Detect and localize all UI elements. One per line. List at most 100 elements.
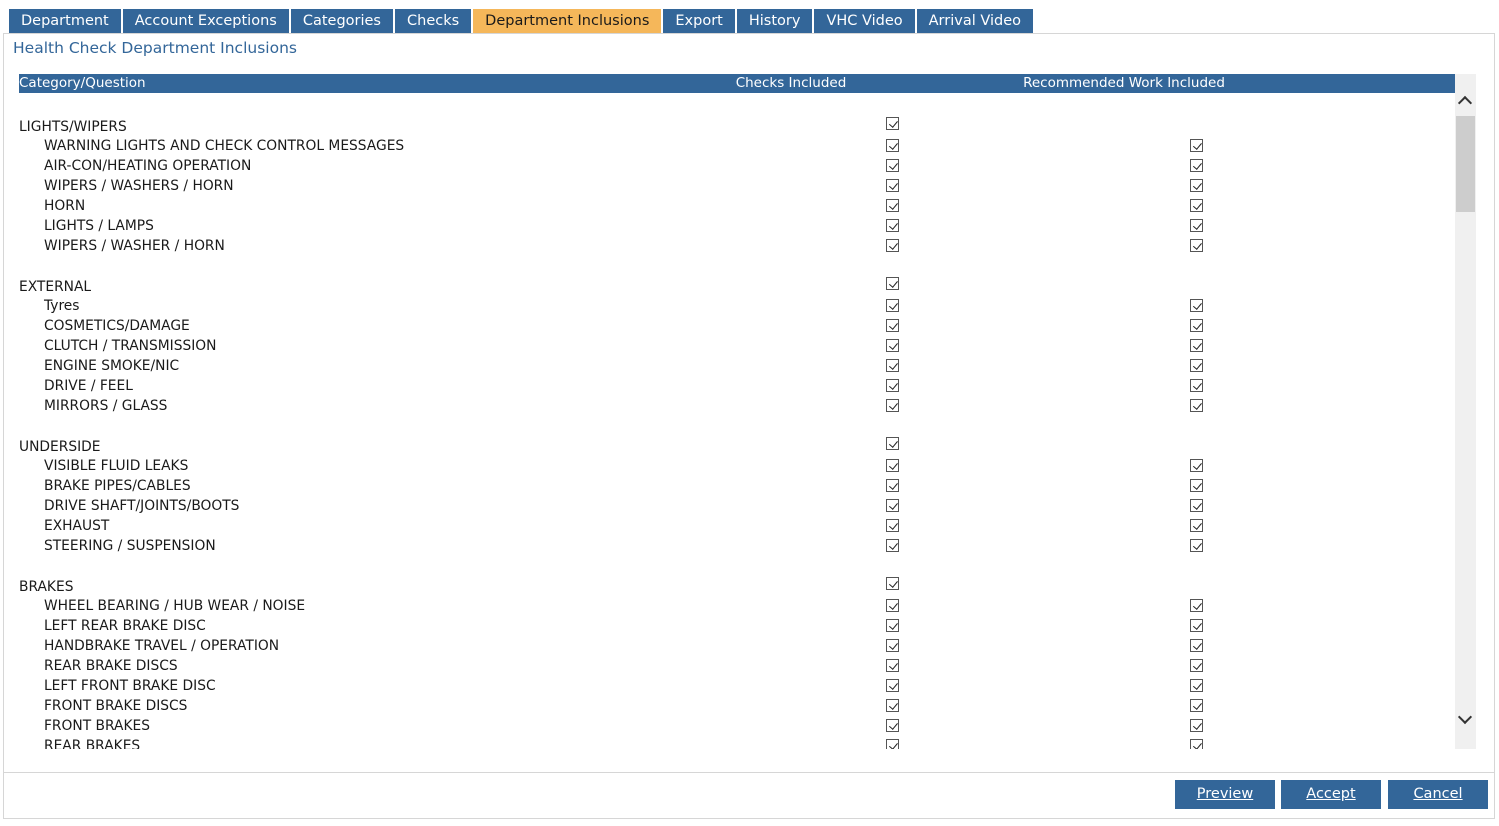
checks-included-checkbox[interactable] <box>886 639 899 652</box>
checks-included-checkbox[interactable] <box>886 299 899 312</box>
tab-categories[interactable]: Categories <box>290 9 393 33</box>
checks-included-checkbox[interactable] <box>886 219 899 232</box>
checks-included-checkbox[interactable] <box>886 339 899 352</box>
tab-checks[interactable]: Checks <box>395 9 472 33</box>
question-label: STEERING / SUSPENSION <box>44 538 216 554</box>
recommended-work-checkbox[interactable] <box>1190 459 1203 472</box>
question-label: MIRRORS / GLASS <box>44 398 168 414</box>
scroll-thumb[interactable] <box>1456 116 1475 212</box>
tab-vhc-video[interactable]: VHC Video <box>814 9 915 33</box>
question-row: DRIVE / FEEL <box>19 376 1455 396</box>
question-row: Tyres <box>19 296 1455 316</box>
recommended-work-checkbox[interactable] <box>1190 239 1203 252</box>
checks-included-checkbox[interactable] <box>886 239 899 252</box>
checks-included-checkbox[interactable] <box>886 379 899 392</box>
checks-included-checkbox[interactable] <box>886 577 899 590</box>
recommended-work-checkbox[interactable] <box>1190 539 1203 552</box>
recommended-work-checkbox[interactable] <box>1190 619 1203 632</box>
question-label: COSMETICS/DAMAGE <box>44 318 190 334</box>
inclusions-table: Category/Question Checks Included Recomm… <box>19 74 1476 749</box>
tab-department-inclusions[interactable]: Department Inclusions <box>473 9 662 33</box>
checks-included-checkbox[interactable] <box>886 179 899 192</box>
recommended-work-checkbox[interactable] <box>1190 199 1203 212</box>
question-label: LEFT REAR BRAKE DISC <box>44 618 206 634</box>
category-row: LIGHTS/WIPERS <box>19 117 1455 136</box>
question-label: WARNING LIGHTS AND CHECK CONTROL MESSAGE… <box>44 138 405 154</box>
checks-included-checkbox[interactable] <box>886 159 899 172</box>
recommended-work-checkbox[interactable] <box>1190 479 1203 492</box>
recommended-work-checkbox[interactable] <box>1190 599 1203 612</box>
header-checks-included: Checks Included <box>735 75 847 91</box>
question-label: BRAKE PIPES/CABLES <box>44 478 191 494</box>
tab-account-exceptions[interactable]: Account Exceptions <box>122 9 289 33</box>
checks-included-checkbox[interactable] <box>886 739 899 749</box>
checks-included-checkbox[interactable] <box>886 519 899 532</box>
recommended-work-checkbox[interactable] <box>1190 139 1203 152</box>
question-label: HANDBRAKE TRAVEL / OPERATION <box>44 638 280 654</box>
recommended-work-checkbox[interactable] <box>1190 219 1203 232</box>
category-group: EXTERNAL Tyres COSMETICS/DAMAGE CLUTCH / TR… <box>19 277 1455 416</box>
recommended-work-checkbox[interactable] <box>1190 719 1203 732</box>
header-recommended-work-included: Recommended Work Included <box>1023 75 1225 91</box>
recommended-work-checkbox[interactable] <box>1190 639 1203 652</box>
preview-button[interactable]: Preview <box>1175 780 1275 809</box>
checks-included-checkbox[interactable] <box>886 539 899 552</box>
question-row: BRAKE PIPES/CABLES <box>19 476 1455 496</box>
recommended-work-checkbox[interactable] <box>1190 159 1203 172</box>
chevron-up-icon[interactable] <box>1455 88 1476 112</box>
question-label: REAR BRAKE DISCS <box>44 658 178 674</box>
checks-included-checkbox[interactable] <box>886 319 899 332</box>
checks-included-checkbox[interactable] <box>886 699 899 712</box>
tab-arrival-video[interactable]: Arrival Video <box>916 9 1033 33</box>
checks-included-checkbox[interactable] <box>886 199 899 212</box>
checks-included-checkbox[interactable] <box>886 277 899 290</box>
recommended-work-checkbox[interactable] <box>1190 359 1203 372</box>
recommended-work-checkbox[interactable] <box>1190 179 1203 192</box>
category-group: UNDERSIDE VISIBLE FLUID LEAKS BRAKE PIPES/… <box>19 437 1455 556</box>
header-category-question: Category/Question <box>19 75 146 91</box>
checks-included-checkbox[interactable] <box>886 499 899 512</box>
accept-button[interactable]: Accept <box>1281 780 1381 809</box>
recommended-work-checkbox[interactable] <box>1190 519 1203 532</box>
tab-department[interactable]: Department <box>9 9 121 33</box>
recommended-work-checkbox[interactable] <box>1190 319 1203 332</box>
checks-included-checkbox[interactable] <box>886 117 899 130</box>
recommended-work-checkbox[interactable] <box>1190 299 1203 312</box>
question-row: LEFT REAR BRAKE DISC <box>19 616 1455 636</box>
recommended-work-checkbox[interactable] <box>1190 379 1203 392</box>
checks-included-checkbox[interactable] <box>886 619 899 632</box>
recommended-work-checkbox[interactable] <box>1190 739 1203 749</box>
tab-history[interactable]: History <box>736 9 813 33</box>
chevron-down-icon[interactable] <box>1455 708 1476 732</box>
checks-included-checkbox[interactable] <box>886 459 899 472</box>
recommended-work-checkbox[interactable] <box>1190 339 1203 352</box>
question-label: WIPERS / WASHER / HORN <box>44 238 225 254</box>
category-row: UNDERSIDE <box>19 437 1455 456</box>
checks-included-checkbox[interactable] <box>886 599 899 612</box>
checks-included-checkbox[interactable] <box>886 659 899 672</box>
table-body: LIGHTS/WIPERS WARNING LIGHTS AND CHECK CO… <box>19 96 1455 749</box>
recommended-work-checkbox[interactable] <box>1190 399 1203 412</box>
question-row: ENGINE SMOKE/NIC <box>19 356 1455 376</box>
recommended-work-checkbox[interactable] <box>1190 699 1203 712</box>
checks-included-checkbox[interactable] <box>886 479 899 492</box>
recommended-work-checkbox[interactable] <box>1190 499 1203 512</box>
checks-included-checkbox[interactable] <box>886 359 899 372</box>
checks-included-checkbox[interactable] <box>886 679 899 692</box>
cancel-button[interactable]: Cancel <box>1388 780 1488 809</box>
checks-included-checkbox[interactable] <box>886 139 899 152</box>
question-label: HORN <box>44 198 86 214</box>
checks-included-checkbox[interactable] <box>886 719 899 732</box>
checks-included-checkbox[interactable] <box>886 399 899 412</box>
question-label: Tyres <box>44 298 80 314</box>
question-row: HANDBRAKE TRAVEL / OPERATION <box>19 636 1455 656</box>
question-label: LEFT FRONT BRAKE DISC <box>44 678 216 694</box>
recommended-work-checkbox[interactable] <box>1190 659 1203 672</box>
vertical-scrollbar[interactable] <box>1455 74 1476 749</box>
question-row: WIPERS / WASHERS / HORN <box>19 176 1455 196</box>
recommended-work-checkbox[interactable] <box>1190 679 1203 692</box>
question-row: LIGHTS / LAMPS <box>19 216 1455 236</box>
tab-export[interactable]: Export <box>663 9 735 33</box>
question-row: WHEEL BEARING / HUB WEAR / NOISE <box>19 596 1455 616</box>
checks-included-checkbox[interactable] <box>886 437 899 450</box>
